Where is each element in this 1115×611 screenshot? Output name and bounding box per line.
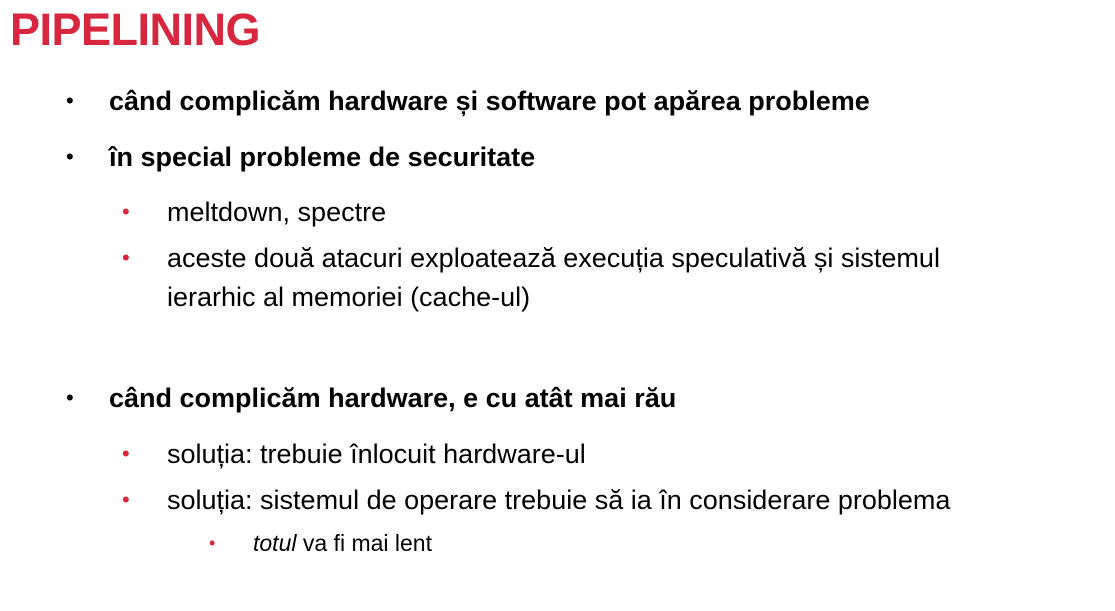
sub-bullet-text: soluția: sistemul de operare trebuie să …: [167, 485, 951, 515]
italic-word: totul: [253, 530, 297, 556]
rest-text: va fi mai lent: [296, 530, 432, 556]
sub-bullet-icon: •: [122, 487, 130, 512]
sub-bullet-text: meltdown, spectre: [167, 197, 387, 227]
bullet-icon: •: [66, 88, 74, 113]
bullet-icon: •: [66, 385, 74, 410]
bullet-icon: •: [66, 144, 74, 169]
bullet-text: în special probleme de securitate: [109, 142, 536, 172]
sub-bullet-icon: •: [122, 245, 130, 270]
bullet-text: când complicăm hardware și software pot …: [109, 86, 870, 116]
sub-sub-bullet-text: totul va fi mai lent: [253, 528, 432, 558]
sub-bullet-text-line2: ierarhic al memoriei (cache-ul): [167, 282, 531, 312]
sub-bullet-text-line1: aceste două atacuri exploatează execuția…: [167, 243, 940, 273]
sub-sub-bullet-icon: •: [209, 533, 216, 553]
sub-bullet-icon: •: [122, 441, 130, 466]
bullet-text: când complicăm hardware, e cu atât mai r…: [109, 383, 677, 413]
slide-title: PIPELINING: [10, 4, 261, 55]
sub-bullet-text: soluția: trebuie înlocuit hardware-ul: [167, 439, 586, 469]
sub-bullet-icon: •: [122, 199, 130, 224]
